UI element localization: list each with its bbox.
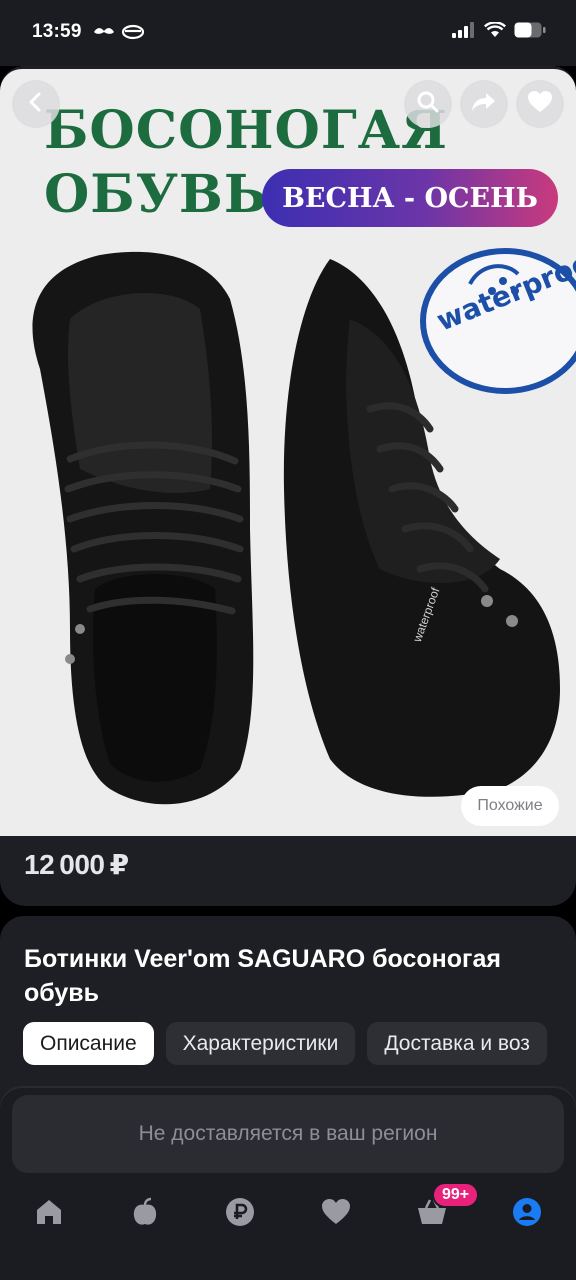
cart-count-badge: 99+: [432, 1182, 480, 1208]
wifi-icon: [483, 21, 507, 43]
profile-icon: [512, 1197, 542, 1232]
region-unavailable-notice: Не доставляется в ваш регион: [12, 1095, 564, 1173]
back-button[interactable]: [12, 80, 60, 128]
favorite-button[interactable]: [516, 80, 564, 128]
share-button[interactable]: [460, 80, 508, 128]
search-button[interactable]: [404, 80, 452, 128]
chevron-left-icon: [25, 91, 47, 118]
product-price: 12 000 ₽: [24, 849, 129, 880]
share-icon: [471, 91, 497, 118]
nav-catalog[interactable]: [125, 1194, 165, 1234]
mustache-icon: [92, 24, 116, 43]
app-notification-icon: [121, 24, 145, 45]
promo-headline-line2: ОБУВЬ: [44, 164, 268, 225]
product-title: Ботинки Veer'om SAGUARO босоногая обувь: [24, 945, 501, 1007]
similar-products-chip[interactable]: Похожие: [461, 786, 559, 826]
heart-icon: [321, 1198, 351, 1231]
nav-home[interactable]: [29, 1194, 69, 1234]
catalog-icon: [131, 1197, 159, 1232]
heart-icon: [527, 90, 553, 119]
tab-description[interactable]: Описание: [23, 1022, 154, 1065]
tab-delivery-returns[interactable]: Доставка и воз: [367, 1022, 547, 1065]
ruble-icon: [225, 1197, 255, 1232]
season-pill: ВЕСНА - ОСЕНЬ: [262, 169, 558, 227]
battery-icon: [514, 22, 546, 43]
home-icon: [34, 1198, 64, 1231]
tab-characteristics[interactable]: Характеристики: [165, 1022, 356, 1065]
status-indicators: [452, 21, 546, 43]
search-icon: [416, 90, 440, 119]
status-bar: 13:59: [0, 0, 576, 66]
status-time: 13:59: [32, 21, 82, 42]
info-tabs: Описание Характеристики Доставка и воз: [23, 1022, 547, 1065]
nav-finance[interactable]: [220, 1194, 260, 1234]
nav-profile[interactable]: [507, 1194, 547, 1234]
nav-favorites[interactable]: [316, 1194, 356, 1234]
promo-headline-line1: БОСОНОГАЯ: [44, 100, 448, 161]
cellular-signal-icon: [452, 22, 476, 43]
